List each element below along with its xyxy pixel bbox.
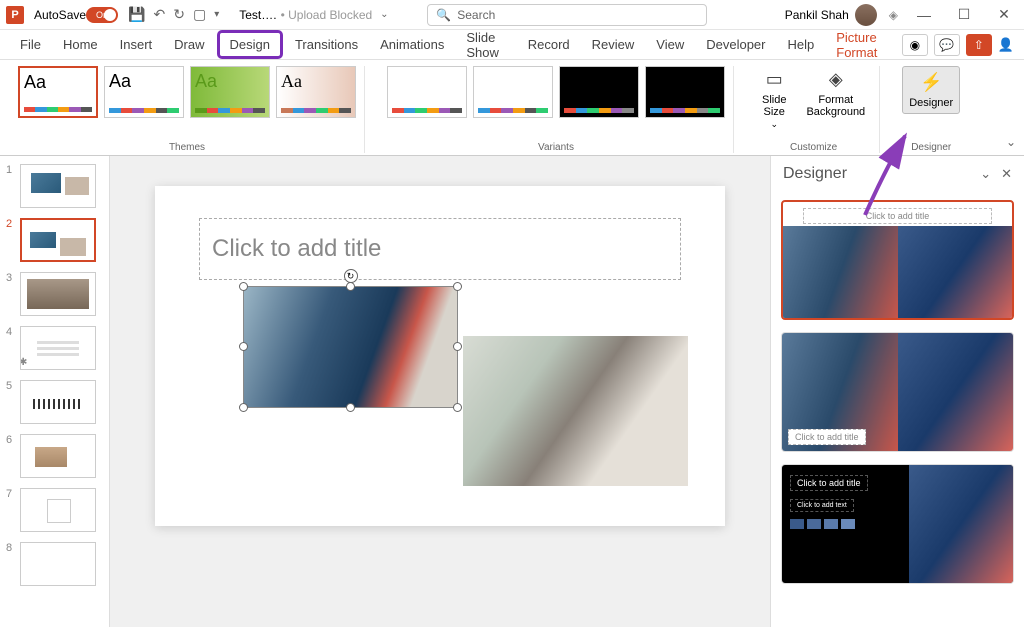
variants-gallery[interactable] [387, 66, 725, 118]
resize-handle[interactable] [453, 342, 462, 351]
slide-thumb-2[interactable] [20, 218, 96, 262]
tab-picture-format[interactable]: Picture Format [826, 26, 898, 64]
resize-handle[interactable] [346, 403, 355, 412]
designer-group-label: Designer [911, 142, 951, 153]
slide-thumb-5[interactable] [20, 380, 96, 424]
quick-access-toolbar: 💾 ↶ ↻ ▢ ▾ [128, 6, 219, 23]
tab-transitions[interactable]: Transitions [285, 33, 368, 56]
theme-thumb[interactable]: Aa [18, 66, 98, 118]
slide-size-button[interactable]: ▭ Slide Size ⌄ [756, 66, 792, 132]
tab-slideshow[interactable]: Slide Show [456, 26, 515, 64]
slide-thumb-1[interactable] [20, 164, 96, 208]
qat-dropdown[interactable]: ▾ [214, 9, 219, 20]
tab-record[interactable]: Record [518, 33, 580, 56]
resize-handle[interactable] [239, 342, 248, 351]
ribbon: Aa Aa Aa Aa Themes Variants ▭ Slide Size… [0, 60, 1024, 156]
record-button[interactable]: ◉ [902, 34, 928, 56]
share-button[interactable]: ⇧ [966, 34, 992, 56]
resize-handle[interactable] [453, 403, 462, 412]
resize-handle[interactable] [453, 282, 462, 291]
tab-help[interactable]: Help [778, 33, 825, 56]
tab-draw[interactable]: Draw [164, 33, 214, 56]
autosave-label: AutoSave [34, 8, 86, 22]
redo-icon[interactable]: ↻ [173, 6, 185, 23]
tab-insert[interactable]: Insert [110, 33, 163, 56]
variant-thumb[interactable] [473, 66, 553, 118]
rotate-handle[interactable]: ↻ [344, 269, 358, 283]
filename[interactable]: Test…. [239, 8, 276, 22]
tab-view[interactable]: View [646, 33, 694, 56]
user-name: Pankil Shah [785, 8, 849, 22]
undo-icon[interactable]: ↶ [154, 6, 166, 23]
tab-home[interactable]: Home [53, 33, 108, 56]
title-placeholder[interactable]: Click to add title [199, 218, 681, 280]
designer-pane: Designer ⌄ ✕ Click to add title Click to… [770, 156, 1024, 627]
slide-thumb-3[interactable] [20, 272, 96, 316]
tab-animations[interactable]: Animations [370, 33, 454, 56]
format-background-button[interactable]: ◈ Format Background [800, 66, 871, 132]
main-area: 1 2 3 4✱ 5 6 7 8 Click to add title ↻ [0, 156, 1024, 627]
variant-thumb[interactable] [559, 66, 639, 118]
theme-thumb[interactable]: Aa [104, 66, 184, 118]
slide-thumb-7[interactable] [20, 488, 96, 532]
collapse-ribbon[interactable]: ⌄ [1006, 135, 1016, 149]
design-suggestion-2[interactable]: Click to add title [781, 332, 1014, 452]
design-suggestion-1[interactable]: Click to add title [781, 200, 1014, 320]
variants-label: Variants [538, 142, 574, 153]
tab-developer[interactable]: Developer [696, 33, 775, 56]
image-selected[interactable]: ↻ [243, 286, 458, 408]
format-bg-icon: ◈ [824, 68, 848, 92]
designer-icon: ⚡ [919, 71, 943, 95]
designer-suggestions[interactable]: Click to add title Click to add title Cl… [771, 192, 1024, 627]
chevron-down-icon: ⌄ [770, 120, 778, 130]
designer-button[interactable]: ⚡ Designer [902, 66, 960, 114]
avatar [855, 4, 877, 26]
slide-thumbnails[interactable]: 1 2 3 4✱ 5 6 7 8 [0, 156, 110, 627]
search-box[interactable]: 🔍 Search [427, 4, 707, 26]
resize-handle[interactable] [239, 403, 248, 412]
design-suggestion-3[interactable]: Click to add title Click to add text [781, 464, 1014, 584]
chevron-down-icon[interactable]: ⌄ [980, 166, 991, 182]
minimize-button[interactable]: — [910, 7, 938, 23]
tab-file[interactable]: File [10, 33, 51, 56]
account-icon[interactable]: 👤 [998, 37, 1014, 53]
search-placeholder: Search [457, 8, 495, 22]
slide-thumb-4[interactable]: ✱ [20, 326, 96, 370]
title-dropdown[interactable]: ⌄ [380, 9, 388, 20]
tab-design[interactable]: Design [217, 30, 283, 59]
slide-size-icon: ▭ [762, 68, 786, 92]
search-icon: 🔍 [436, 8, 451, 22]
ribbon-tabs: File Home Insert Draw Design Transitions… [0, 30, 1024, 60]
upload-status[interactable]: • Upload Blocked [281, 8, 373, 22]
maximize-button[interactable]: ☐ [950, 6, 978, 23]
app-icon: P [6, 6, 24, 24]
slideshow-icon[interactable]: ▢ [193, 6, 206, 23]
themes-label: Themes [169, 142, 205, 153]
tab-review[interactable]: Review [582, 33, 645, 56]
theme-thumb[interactable]: Aa [276, 66, 356, 118]
slide-thumb-6[interactable] [20, 434, 96, 478]
slide[interactable]: Click to add title ↻ [155, 186, 725, 526]
save-icon[interactable]: 💾 [128, 6, 145, 23]
theme-thumb[interactable]: Aa [190, 66, 270, 118]
autosave-state: On [96, 10, 108, 20]
variant-thumb[interactable] [387, 66, 467, 118]
close-button[interactable]: ✕ [990, 6, 1018, 23]
image-desk[interactable] [463, 336, 688, 486]
diamond-icon[interactable]: ◈ [889, 8, 898, 22]
slide-canvas[interactable]: Click to add title ↻ [110, 156, 770, 627]
slide-thumb-8[interactable] [20, 542, 96, 586]
comments-button[interactable]: 💬 [934, 34, 960, 56]
variant-thumb[interactable] [645, 66, 725, 118]
resize-handle[interactable] [346, 282, 355, 291]
customize-label: Customize [790, 142, 837, 153]
themes-gallery[interactable]: Aa Aa Aa Aa [18, 66, 356, 118]
close-pane-button[interactable]: ✕ [1001, 166, 1012, 182]
user-account[interactable]: Pankil Shah [785, 4, 877, 26]
resize-handle[interactable] [239, 282, 248, 291]
designer-header: Designer ⌄ ✕ [771, 156, 1024, 192]
autosave-toggle[interactable]: AutoSave On [34, 7, 118, 23]
